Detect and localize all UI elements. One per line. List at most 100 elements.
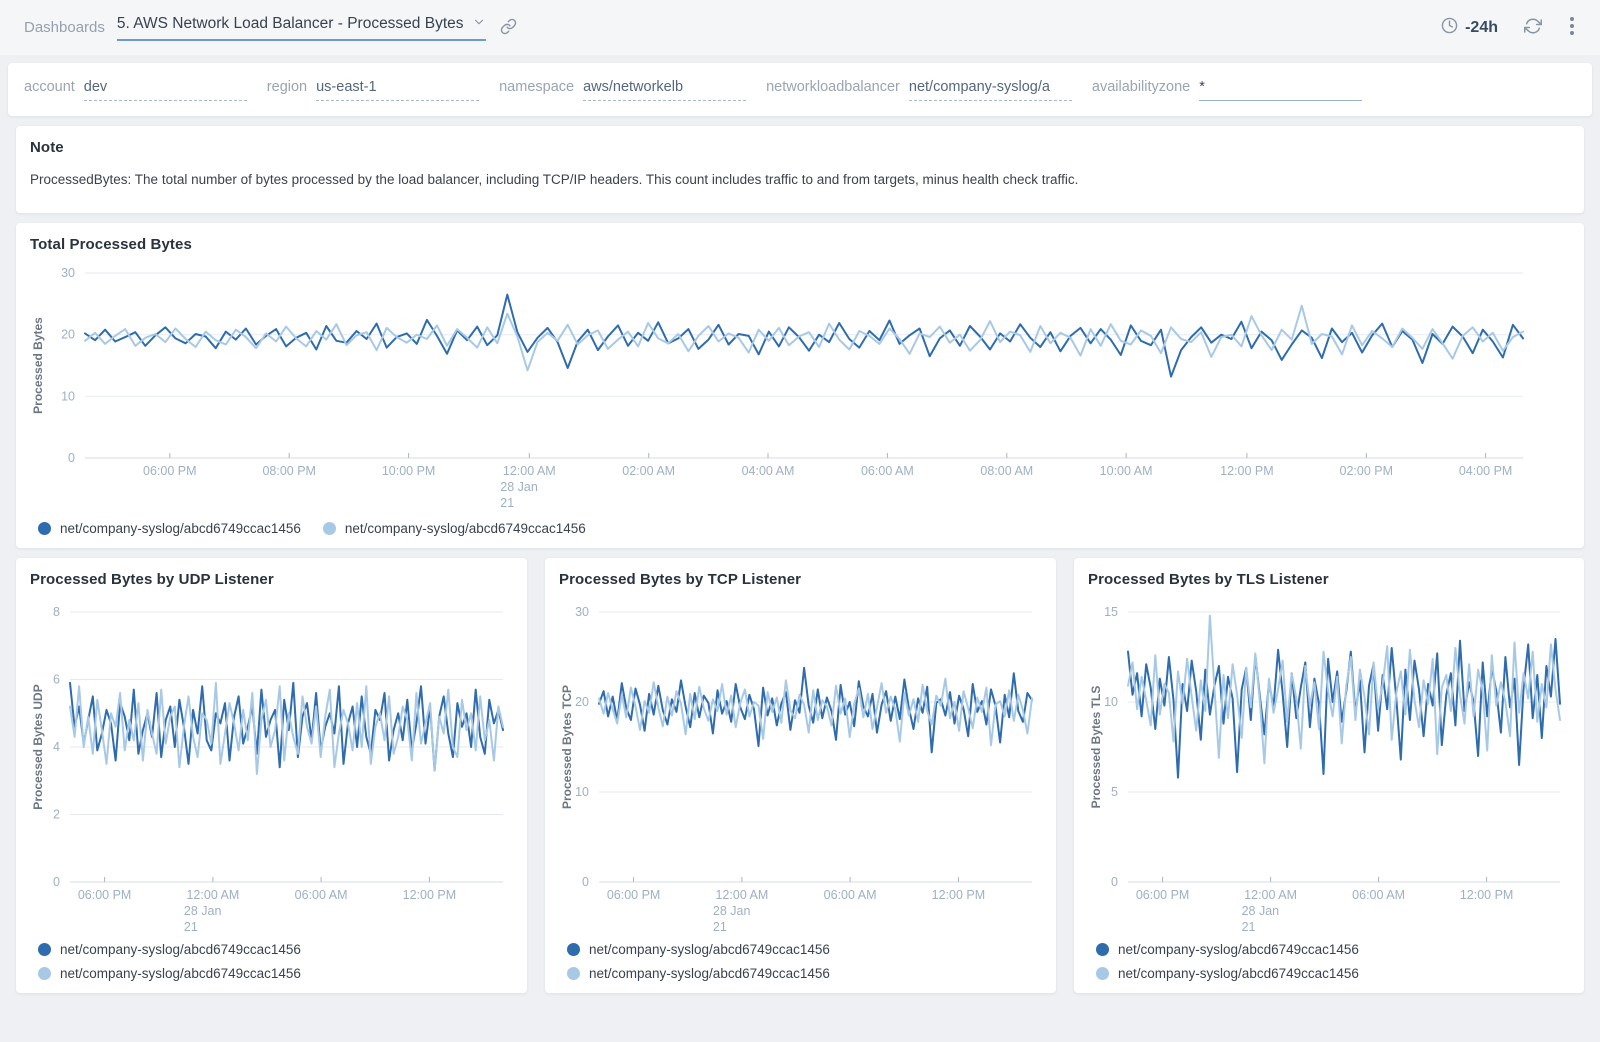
svg-text:0: 0 — [582, 875, 589, 889]
legend-item[interactable]: net/company-syslog/abcd6749ccac1456 — [567, 942, 830, 957]
svg-text:28 Jan: 28 Jan — [713, 904, 751, 918]
svg-text:21: 21 — [184, 920, 198, 934]
svg-text:06:00 PM: 06:00 PM — [1136, 888, 1190, 902]
svg-text:Processed Bytes TCP: Processed Bytes TCP — [560, 685, 574, 809]
series-color-dot — [567, 967, 580, 980]
svg-text:30: 30 — [575, 605, 589, 619]
refresh-icon — [1524, 17, 1542, 38]
svg-text:21: 21 — [500, 496, 514, 510]
legend-item[interactable]: net/company-syslog/abcd6749ccac1456 — [1096, 942, 1359, 957]
svg-text:12:00 PM: 12:00 PM — [1220, 464, 1274, 478]
chart-legend: net/company-syslog/abcd6749ccac1456 net/… — [567, 942, 1042, 981]
svg-text:30: 30 — [61, 266, 75, 280]
chart-legend: net/company-syslog/abcd6749ccac1456 net/… — [38, 942, 513, 981]
series-color-dot — [38, 943, 51, 956]
svg-text:0: 0 — [53, 875, 60, 889]
filter-label: namespace — [499, 79, 574, 95]
filter-bar: account dev region us-east-1 namespace a… — [8, 63, 1592, 116]
svg-text:21: 21 — [1242, 920, 1256, 934]
svg-text:10: 10 — [575, 785, 589, 799]
copy-link-button[interactable] — [498, 16, 519, 40]
svg-text:08:00 PM: 08:00 PM — [262, 464, 316, 478]
svg-text:06:00 AM: 06:00 AM — [1352, 888, 1405, 902]
filter-label: account — [24, 79, 75, 95]
svg-text:10: 10 — [1104, 695, 1118, 709]
tls-listener-chart[interactable]: 05101506:00 PM12:00 AM28 Jan2106:00 AM12… — [1088, 594, 1570, 934]
legend-item[interactable]: net/company-syslog/abcd6749ccac1456 — [1096, 966, 1359, 981]
filter-namespace-input[interactable]: aws/networkelb — [583, 79, 746, 101]
dashboard-title-select[interactable]: 5. AWS Network Load Balancer - Processed… — [117, 15, 486, 41]
legend-item[interactable]: net/company-syslog/abcd6749ccac1456 — [38, 966, 301, 981]
udp-listener-panel: Processed Bytes by UDP Listener 0 2 4 6 8 06:… — [16, 558, 527, 993]
svg-text:10:00 AM: 10:00 AM — [1100, 464, 1153, 478]
svg-text:4: 4 — [53, 740, 60, 754]
svg-text:Processed Bytes TLS: Processed Bytes TLS — [1089, 686, 1103, 809]
series-name: net/company-syslog/abcd6749ccac1456 — [1118, 966, 1359, 981]
series-name: net/company-syslog/abcd6749ccac1456 — [60, 942, 301, 957]
chart-legend: net/company-syslog/abcd6749ccac1456 net/… — [1096, 942, 1570, 981]
svg-text:8: 8 — [53, 605, 60, 619]
breadcrumb: Dashboards — [24, 19, 105, 36]
svg-text:12:00 AM: 12:00 AM — [186, 888, 239, 902]
chart-title: Processed Bytes by UDP Listener — [30, 571, 513, 588]
clock-icon — [1441, 17, 1458, 39]
more-options-button[interactable] — [1568, 15, 1576, 40]
series-color-dot — [1096, 967, 1109, 980]
svg-text:04:00 PM: 04:00 PM — [1459, 464, 1513, 478]
filter-label: region — [267, 79, 307, 95]
svg-text:2: 2 — [53, 808, 60, 822]
svg-text:0: 0 — [68, 451, 75, 465]
legend-item[interactable]: net/company-syslog/abcd6749ccac1456 — [38, 521, 301, 536]
svg-text:28 Jan: 28 Jan — [1242, 904, 1280, 918]
svg-text:Processed Bytes: Processed Bytes — [31, 317, 45, 414]
note-panel: Note ProcessedBytes: The total number of… — [16, 126, 1584, 213]
filter-region-input[interactable]: us-east-1 — [316, 79, 479, 101]
time-range-selector[interactable]: -24h — [1441, 17, 1498, 39]
total-processed-bytes-chart[interactable]: 010203006:00 PM08:00 PM10:00 PM12:00 AM2… — [30, 259, 1570, 517]
refresh-button[interactable] — [1522, 15, 1544, 40]
udp-listener-chart[interactable]: 0246806:00 PM12:00 AM28 Jan2106:00 AM12:… — [30, 594, 513, 934]
legend-item[interactable]: net/company-syslog/abcd6749ccac1456 — [323, 521, 586, 536]
svg-text:28 Jan: 28 Jan — [500, 480, 538, 494]
svg-text:02:00 PM: 02:00 PM — [1340, 464, 1394, 478]
svg-text:06:00 AM: 06:00 AM — [861, 464, 914, 478]
svg-text:6: 6 — [53, 673, 60, 687]
link-icon — [500, 18, 517, 38]
svg-text:12:00 PM: 12:00 PM — [403, 888, 457, 902]
filter-region: region us-east-1 — [267, 79, 479, 101]
svg-text:20: 20 — [575, 695, 589, 709]
svg-text:15: 15 — [1104, 605, 1118, 619]
note-body: ProcessedBytes: The total number of byte… — [30, 172, 1570, 199]
svg-text:06:00 AM: 06:00 AM — [824, 888, 877, 902]
tcp-listener-panel: Processed Bytes by TCP Listener 01020300… — [545, 558, 1056, 993]
svg-text:02:00 AM: 02:00 AM — [622, 464, 675, 478]
series-name: net/company-syslog/abcd6749ccac1456 — [60, 966, 301, 981]
svg-text:12:00 PM: 12:00 PM — [932, 888, 986, 902]
filter-account-input[interactable]: dev — [84, 79, 247, 101]
svg-text:06:00 PM: 06:00 PM — [78, 888, 132, 902]
legend-item[interactable]: net/company-syslog/abcd6749ccac1456 — [567, 966, 830, 981]
filter-account: account dev — [24, 79, 247, 101]
svg-text:21: 21 — [713, 920, 727, 934]
filter-networkloadbalancer-input[interactable]: net/company-syslog/a — [909, 79, 1072, 101]
svg-text:04:00 AM: 04:00 AM — [742, 464, 795, 478]
series-name: net/company-syslog/abcd6749ccac1456 — [1118, 942, 1359, 957]
svg-text:12:00 AM: 12:00 AM — [503, 464, 556, 478]
time-range-value: -24h — [1465, 19, 1498, 37]
series-color-dot — [38, 967, 51, 980]
kebab-menu-icon — [1570, 17, 1574, 38]
filter-label: availabilityzone — [1092, 79, 1190, 95]
svg-text:12:00 PM: 12:00 PM — [1460, 888, 1514, 902]
svg-text:5: 5 — [1111, 785, 1118, 799]
svg-text:10:00 PM: 10:00 PM — [382, 464, 436, 478]
filter-networkloadbalancer: networkloadbalancer net/company-syslog/a — [766, 79, 1072, 101]
chart-legend: net/company-syslog/abcd6749ccac1456 net/… — [38, 521, 1570, 536]
legend-item[interactable]: net/company-syslog/abcd6749ccac1456 — [38, 942, 301, 957]
tcp-listener-chart[interactable]: 010203006:00 PM12:00 AM28 Jan2106:00 AM1… — [559, 594, 1042, 934]
svg-text:12:00 AM: 12:00 AM — [1244, 888, 1297, 902]
svg-text:06:00 PM: 06:00 PM — [143, 464, 197, 478]
tls-listener-panel: Processed Bytes by TLS Listener 05101506… — [1074, 558, 1584, 993]
filter-availabilityzone-input[interactable]: * — [1199, 79, 1362, 101]
series-name: net/company-syslog/abcd6749ccac1456 — [589, 942, 830, 957]
total-processed-bytes-panel: Total Processed Bytes 010203006:00 PM08:… — [16, 223, 1584, 548]
